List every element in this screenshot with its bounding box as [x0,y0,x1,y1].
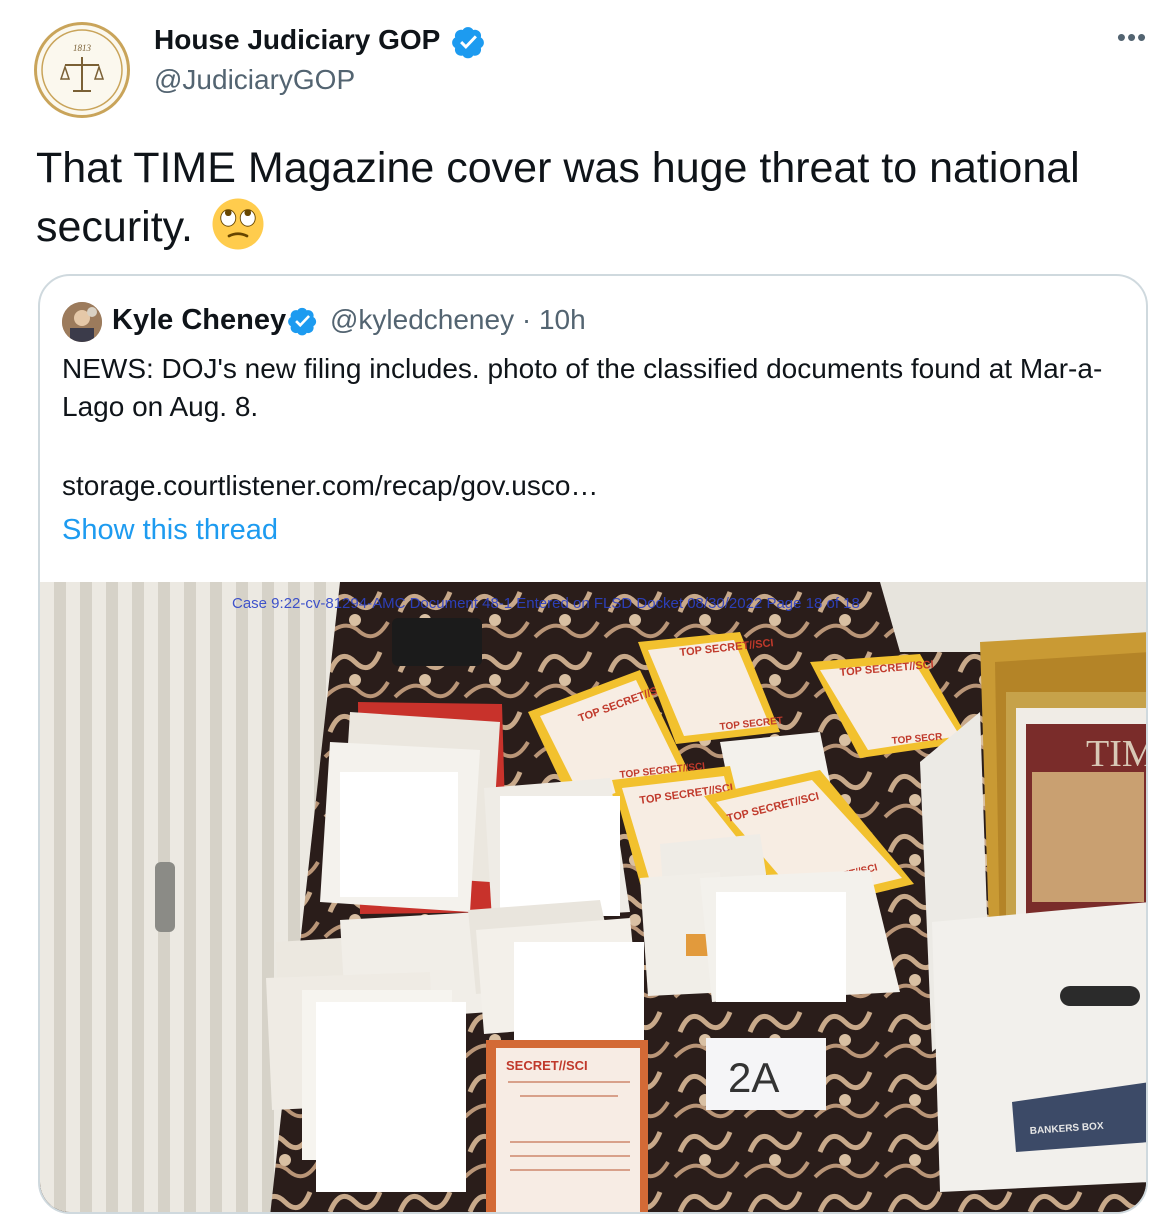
svg-text:2A: 2A [728,1054,779,1101]
quoted-handle-time[interactable]: @kyledcheney · 10h [330,304,586,336]
judiciary-seal-icon: 1813 [41,29,123,111]
avatar-photo-icon [62,302,102,342]
quoted-author-name[interactable]: Kyle Cheney [112,304,286,337]
author-avatar[interactable]: 1813 [34,22,130,118]
secret-sci-cover: SECRET//SCI [486,1040,648,1212]
quoted-verified-badge-icon [288,307,317,336]
classified-documents-photo[interactable]: Case 9:22-cv-81294-AMC Document 48-1 Ent… [40,582,1148,1212]
show-thread-link[interactable]: Show this thread [62,514,278,547]
photo-scene: Case 9:22-cv-81294-AMC Document 48-1 Ent… [40,582,1148,1212]
quoted-author-avatar[interactable] [62,302,102,342]
quoted-link[interactable]: storage.courtlistener.com/recap/gov.usco… [62,470,598,502]
secret-label: SECRET//SCI [506,1058,588,1073]
tweet-text: That TIME Magazine cover was huge threat… [36,140,1146,256]
time-magazine-title: TIME [1086,733,1148,775]
author-name[interactable]: House Judiciary GOP [154,24,440,56]
verified-badge-icon [452,27,484,59]
tweet-body: That TIME Magazine cover was huge threat… [36,144,1080,251]
evidence-tag-2a: 2A [706,1038,826,1110]
quoted-text: NEWS: DOJ's new filing includes. photo o… [62,353,1103,422]
author-handle[interactable]: @JudiciaryGOP [154,64,355,96]
quoted-tweet[interactable]: Kyle Cheney @kyledcheney · 10h NEWS: DOJ… [38,274,1148,1214]
more-options-icon[interactable]: ••• [1112,22,1152,52]
case-filing-stamp: Case 9:22-cv-81294-AMC Document 48-1 Ent… [232,595,860,612]
seal-year: 1813 [73,43,92,53]
rolling-eyes-emoji-icon [212,198,264,250]
tweet: 1813 House Judiciary GOP @JudiciaryGOP •… [0,0,1174,1214]
